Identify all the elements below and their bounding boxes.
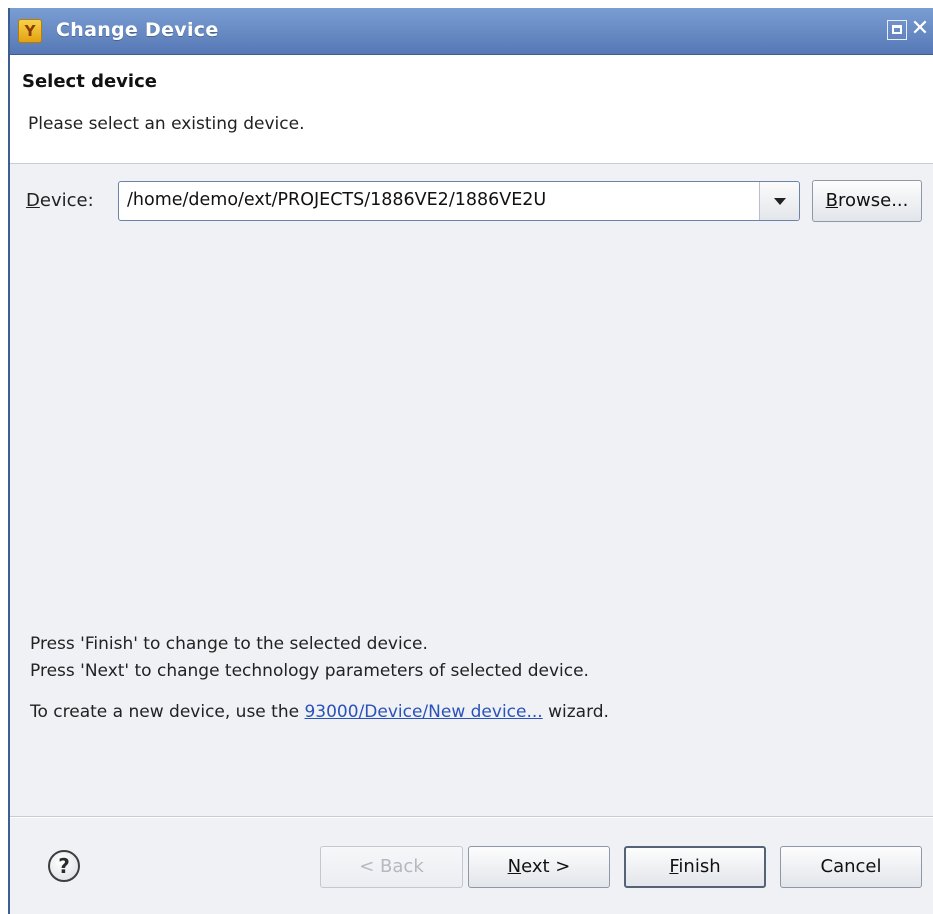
device-label-text: evice: <box>39 190 94 211</box>
new-device-hint-prefix: To create a new device, use the <box>30 702 305 722</box>
title-bar[interactable]: Y Change Device ✕ <box>10 8 933 55</box>
finish-label: inish <box>678 856 721 877</box>
chevron-down-icon <box>774 198 786 205</box>
device-path-input[interactable]: /home/demo/ext/PROJECTS/1886VE2/1886VE2U <box>127 190 749 210</box>
device-label: Device: <box>26 190 94 211</box>
close-icon: ✕ <box>910 16 930 41</box>
window-title: Change Device <box>56 19 219 41</box>
help-icon[interactable]: ? <box>48 850 80 882</box>
browse-label: rowse... <box>838 190 909 211</box>
footer-divider <box>10 816 933 818</box>
page-description: Please select an existing device. <box>28 114 305 134</box>
next-button[interactable]: Next > <box>468 846 610 888</box>
change-device-dialog: Y Change Device ✕ Select device Please s… <box>8 8 933 914</box>
app-logo-icon: Y <box>18 19 42 43</box>
browse-mnemonic: B <box>825 190 838 211</box>
next-hint: Press 'Next' to change technology parame… <box>30 661 589 681</box>
page-title: Select device <box>22 71 157 92</box>
maximize-icon <box>892 25 902 34</box>
finish-button[interactable]: Finish <box>624 846 766 888</box>
next-label: ext > <box>521 856 571 877</box>
new-device-wizard-link[interactable]: 93000/Device/New device... <box>304 702 542 722</box>
back-button[interactable]: < Back <box>320 846 463 888</box>
close-button[interactable]: ✕ <box>909 18 931 40</box>
next-mnemonic: N <box>507 856 522 877</box>
device-label-mnemonic: D <box>26 190 40 211</box>
device-combobox[interactable]: /home/demo/ext/PROJECTS/1886VE2/1886VE2U <box>118 181 800 221</box>
browse-button[interactable]: Browse... <box>812 180 922 222</box>
maximize-button[interactable] <box>887 20 907 40</box>
cancel-button[interactable]: Cancel <box>780 846 922 888</box>
new-device-hint-suffix: wizard. <box>542 702 609 722</box>
wizard-header: Select device Please select an existing … <box>10 55 933 164</box>
finish-hint: Press 'Finish' to change to the selected… <box>30 634 428 654</box>
new-device-hint: To create a new device, use the 93000/De… <box>30 702 609 722</box>
device-dropdown-button[interactable] <box>759 182 799 220</box>
